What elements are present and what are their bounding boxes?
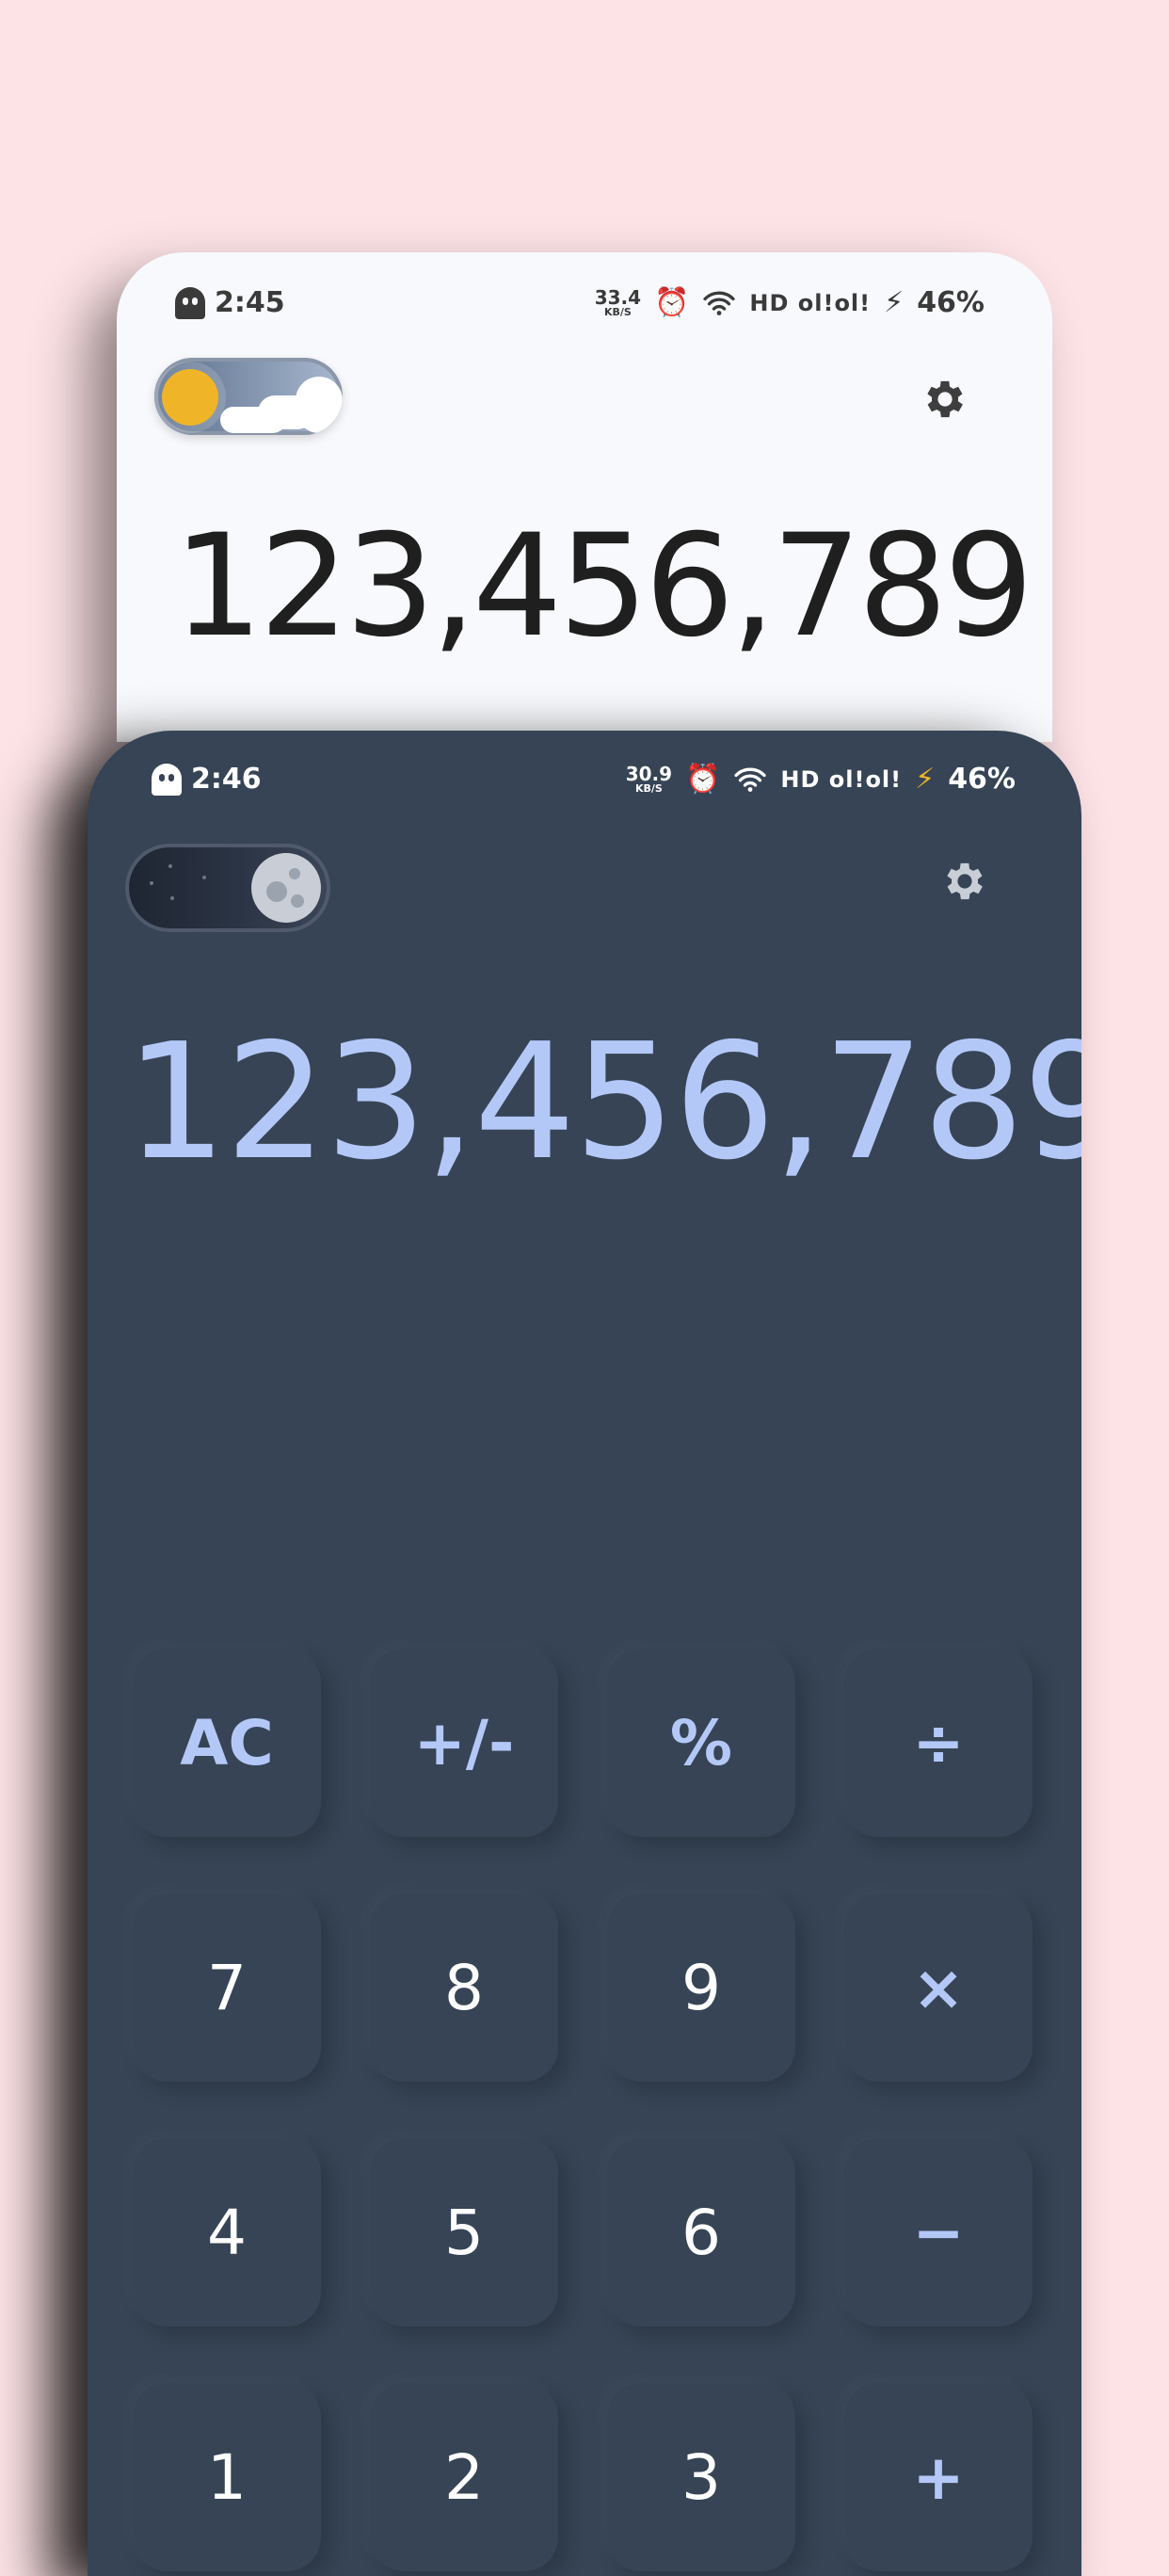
key-9[interactable]: 9 [607,1893,795,2082]
star-icon [150,881,153,885]
theme-toggle-day[interactable] [154,358,343,435]
lightning-icon: ⚡ [915,762,936,796]
lightning-icon: ⚡ [884,285,905,319]
key-4[interactable]: 4 [133,2138,321,2326]
alarm-icon: ⏰ [685,762,721,796]
key-2[interactable]: 2 [370,2383,558,2571]
network-speed: 30.9 KB/S [625,763,673,795]
ghost-icon [152,763,182,796]
key-divide[interactable]: ÷ [844,1649,1033,1837]
key-sign[interactable]: +/- [370,1649,558,1837]
alarm-icon: ⏰ [654,285,690,319]
result-display: 123,456,789 [125,1009,1081,1196]
cloud-icon [296,377,343,433]
signal-indicator: HD ol!ol! [749,289,872,316]
result-display: 123,456,789 [173,505,1033,668]
dark-calculator-screen: 2:46 30.9 KB/S ⏰ HD ol!ol! ⚡ 46% 123,456… [88,731,1081,2576]
status-bar: 2:46 30.9 KB/S ⏰ HD ol!ol! ⚡ 46% [88,751,1081,808]
light-calculator-screen: 123,456,789 [117,252,1052,742]
key-clear[interactable]: AC [133,1649,321,1837]
key-multiply[interactable]: × [844,1893,1033,2082]
status-time: 2:45 [215,286,285,319]
signal-indicator: HD ol!ol! [780,765,903,793]
key-subtract[interactable]: − [844,2138,1033,2326]
wifi-icon [734,767,767,792]
status-time: 2:46 [191,763,262,796]
network-speed: 33.4 KB/S [594,286,642,318]
moon-icon [251,853,321,923]
star-icon [168,864,172,868]
key-6[interactable]: 6 [607,2138,795,2326]
key-1[interactable]: 1 [133,2383,321,2571]
key-percent[interactable]: % [607,1649,795,1837]
star-icon [202,876,206,879]
key-add[interactable]: + [844,2383,1033,2571]
battery-level: 46% [917,286,985,319]
wifi-icon [703,291,736,315]
gear-icon[interactable] [921,375,969,424]
battery-level: 46% [948,763,1016,796]
status-bar: 2:45 33.4 KB/S ⏰ HD ol!ol! ⚡ 46% [0,269,1169,326]
star-icon [170,896,174,900]
sun-icon [162,369,218,426]
key-8[interactable]: 8 [370,1893,558,2082]
key-7[interactable]: 7 [133,1893,321,2082]
gear-icon[interactable] [940,857,989,906]
ghost-icon [175,286,205,319]
theme-toggle-night[interactable] [125,844,330,932]
key-3[interactable]: 3 [607,2383,795,2571]
key-5[interactable]: 5 [370,2138,558,2326]
